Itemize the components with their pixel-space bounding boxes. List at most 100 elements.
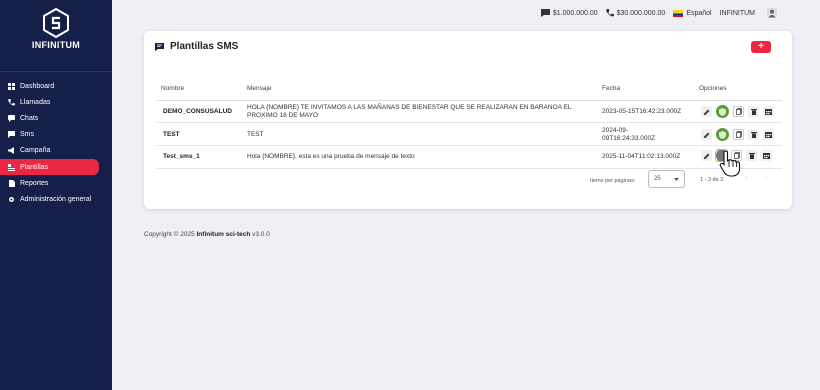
sidebar-item-plantillas[interactable]: Plantillas — [0, 158, 99, 176]
user-icon — [767, 8, 777, 18]
app-version: v3.0.0 — [250, 231, 270, 238]
schedule-button[interactable] — [763, 129, 774, 140]
approve-button[interactable] — [716, 128, 729, 141]
chevron-down-icon — [674, 177, 679, 181]
approve-button[interactable] — [716, 105, 729, 118]
grid-icon — [7, 82, 16, 91]
call-balance[interactable]: $30.000.000.00 — [605, 9, 666, 17]
copyright-prefix: Copyright © 2025 — [144, 231, 197, 238]
sidebar-item-label: Dashboard — [20, 82, 55, 90]
items-per-page-select[interactable]: 25 — [648, 170, 685, 188]
template-name: Test_sms_1 — [163, 153, 200, 160]
sidebar: INFINITUM Dashboard Llamadas Chats Sms C… — [0, 0, 112, 390]
company-name: Infinitum sci-tech — [196, 231, 251, 238]
trash-icon — [750, 109, 757, 115]
templates-card: Plantillas SMS + Nombre Mensaje Fecha Op… — [144, 31, 792, 209]
sidebar-item-reportes[interactable]: Reportes — [0, 175, 112, 191]
sms-icon — [155, 42, 164, 51]
column-header-nombre[interactable]: Nombre — [161, 85, 184, 92]
sidebar-item-label: Llamadas — [20, 98, 51, 106]
message-icon — [540, 9, 550, 17]
template-name: TEST — [163, 131, 180, 138]
edit-button[interactable] — [701, 106, 712, 117]
colombia-flag-icon — [673, 9, 684, 17]
calendar-icon — [763, 153, 770, 159]
sidebar-item-administracion[interactable]: Administración general — [0, 191, 112, 207]
page-title-text: Plantillas SMS — [170, 41, 239, 52]
account-name[interactable]: INFINITUM — [720, 10, 755, 17]
brand-logo[interactable]: INFINITUM — [0, 8, 112, 64]
next-page-button[interactable]: › — [765, 175, 767, 182]
table-row: DEMO_CONSUSALUD HOLA {NOMBRE} TE INVITAM… — [156, 101, 782, 123]
delete-button[interactable] — [748, 106, 759, 117]
table-row: Test_sms_1 Hola {NOMBRE}, esta es una pr… — [156, 147, 782, 169]
column-header-opciones: Opciones — [699, 85, 727, 92]
trash-icon — [748, 153, 755, 159]
sidebar-item-sms[interactable]: Sms — [0, 127, 112, 143]
sidebar-item-label: Sms — [20, 131, 34, 139]
template-message: Hola {NOMBRE}, esta es una prueba de men… — [247, 153, 415, 160]
add-template-button[interactable]: + — [751, 41, 771, 53]
gear-icon — [7, 195, 16, 204]
pencil-icon — [703, 153, 709, 159]
sidebar-item-label: Chats — [20, 114, 39, 122]
sidebar-item-label: Plantillas — [20, 163, 49, 171]
sidebar-item-campana[interactable]: Campaña — [0, 143, 112, 159]
schedule-button[interactable] — [763, 106, 774, 117]
sms-balance-value: $1.000.000.00 — [552, 9, 598, 17]
sidebar-item-chats[interactable]: Chats — [0, 110, 112, 126]
template-message: HOLA {NOMBRE} TE INVITAMOS A LAS MAÑANAS… — [247, 104, 572, 119]
sidebar-item-dashboard[interactable]: Dashboard — [0, 78, 112, 94]
sidebar-item-label: Campaña — [20, 147, 51, 155]
items-per-page-value: 25 — [654, 176, 661, 182]
calendar-icon — [765, 132, 772, 138]
template-date: 2025-11-04T11:02:13.000Z — [602, 153, 681, 160]
sidebar-item-label: Reportes — [20, 179, 49, 187]
document-icon — [7, 179, 16, 188]
template-date: 2024-09-09T16:24:33.000Z — [602, 127, 656, 142]
chat-icon — [7, 114, 16, 123]
pencil-icon — [703, 132, 709, 138]
table-row: TEST TEST 2024-09-09T16:24:33.000Z — [156, 124, 782, 146]
phone-icon — [7, 98, 16, 107]
account-label: INFINITUM — [719, 9, 755, 17]
row-actions — [701, 105, 778, 118]
sidebar-item-label: Administración general — [20, 195, 92, 203]
column-header-fecha[interactable]: Fecha — [602, 85, 620, 92]
delete-button[interactable] — [748, 129, 759, 140]
column-header-mensaje[interactable]: Mensaje — [247, 85, 272, 92]
footer: Copyright © 2025 Infinitum sci-tech v3.0… — [144, 231, 270, 238]
sms-balance[interactable]: $1.000.000.00 — [540, 9, 598, 17]
template-name: DEMO_CONSUSALUD — [163, 108, 232, 115]
paginator: Items por páginas: 25 1 - 3 de 3 ‹ › — [144, 167, 792, 189]
phone-icon — [605, 9, 614, 17]
call-balance-value: $30.000.000.00 — [616, 9, 666, 17]
template-icon — [7, 163, 16, 172]
template-date: 2023-05-15T16:42:23.000Z — [602, 108, 682, 115]
copy-icon — [735, 131, 742, 138]
pencil-icon — [703, 109, 709, 115]
page-title: Plantillas SMS — [155, 41, 238, 52]
hand-cursor-icon — [719, 150, 741, 177]
user-menu[interactable] — [767, 8, 780, 18]
delete-button[interactable] — [746, 150, 757, 161]
trash-icon — [750, 132, 757, 138]
sidebar-divider — [0, 71, 112, 72]
brand-name: INFINITUM — [31, 40, 81, 50]
language-label: Español — [686, 9, 712, 17]
shield-icon — [719, 130, 726, 139]
copy-button[interactable] — [733, 106, 744, 117]
calendar-icon — [765, 109, 772, 115]
schedule-button[interactable] — [761, 150, 772, 161]
edit-button[interactable] — [701, 129, 712, 140]
sidebar-item-llamadas[interactable]: Llamadas — [0, 94, 112, 110]
megaphone-icon — [7, 146, 16, 155]
sidebar-menu: Dashboard Llamadas Chats Sms Campaña Pla… — [0, 78, 112, 208]
message-icon — [7, 130, 16, 139]
template-message: TEST — [247, 131, 264, 138]
copy-button[interactable] — [733, 129, 744, 140]
top-bar: $1.000.000.00 $30.000.000.00 Español INF… — [112, 0, 820, 26]
language-selector[interactable]: Español — [673, 9, 712, 17]
copy-icon — [735, 108, 742, 115]
edit-button[interactable] — [701, 150, 712, 161]
